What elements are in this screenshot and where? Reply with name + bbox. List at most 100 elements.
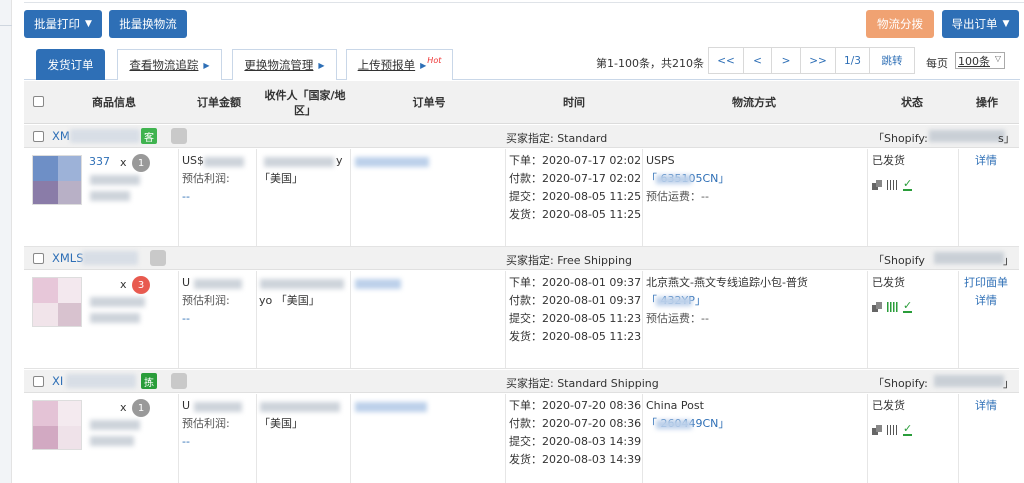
recipient-country: 「美国」 xyxy=(259,172,303,185)
next-page-button[interactable]: > xyxy=(771,47,801,74)
tab-change-logistics-mgmt[interactable]: 更换物流管理 ▶ xyxy=(232,49,337,80)
header-time: 时间 xyxy=(563,96,585,109)
check-icon[interactable]: ✓ xyxy=(903,423,913,436)
per-page-select[interactable]: 100条 ▽ xyxy=(955,52,1005,69)
tab-view-tracking-label: 查看物流追踪 xyxy=(129,58,199,72)
order-number-link[interactable]: XMLS xyxy=(52,251,84,265)
product-thumbnail[interactable] xyxy=(32,400,82,450)
product-thumbnail[interactable] xyxy=(32,277,82,327)
status-text: 已发货 xyxy=(872,399,905,412)
tab-ship-orders[interactable]: 发货订单 xyxy=(36,49,105,80)
barcode-icon[interactable] xyxy=(887,425,898,435)
note-icon[interactable] xyxy=(171,128,187,144)
barcode-icon[interactable] xyxy=(887,302,898,312)
sku-link[interactable]: 337 xyxy=(89,155,110,168)
sidebar-edge-divider xyxy=(0,12,12,26)
column-divider xyxy=(350,149,351,246)
logistics-allocate-button[interactable]: 物流分拨 xyxy=(866,10,934,38)
profit-value: -- xyxy=(182,312,190,325)
carrier-name: China Post xyxy=(646,399,704,412)
column-divider xyxy=(642,271,643,368)
detail-link[interactable]: 详情 xyxy=(975,397,997,415)
quantity-badge: 1 xyxy=(132,154,150,172)
export-orders-button[interactable]: 导出订单 ▼ xyxy=(942,10,1019,38)
prev-page-button[interactable]: < xyxy=(743,47,772,74)
pixel-block xyxy=(58,426,81,449)
quantity-x: x xyxy=(120,156,127,169)
table-row: x 3 U 预估利润: -- yo 「美国」 下单：2020-08-01 09:… xyxy=(24,271,1019,369)
last-page-button[interactable]: >> xyxy=(800,47,836,74)
column-divider xyxy=(178,149,179,246)
note-icon[interactable] xyxy=(150,250,166,266)
time-submitted: 提交：2020-08-05 11:23 xyxy=(509,312,642,325)
quantity-badge: 3 xyxy=(132,276,150,294)
redacted-text xyxy=(90,175,140,185)
copy-icon[interactable] xyxy=(872,425,882,435)
time-shipped: 发货：2020-08-05 11:25 xyxy=(509,208,642,221)
profit-label: 预估利润: xyxy=(182,172,230,185)
batch-change-logistics-button[interactable]: 批量换物流 xyxy=(109,10,187,38)
tab-upload-pre-report[interactable]: 上传预报单 ▶ Hot xyxy=(346,49,453,80)
redacted-text xyxy=(194,279,242,289)
column-divider xyxy=(505,271,506,368)
product-thumbnail[interactable] xyxy=(32,155,82,205)
time-paid: 付款：2020-08-01 09:37 xyxy=(509,294,642,307)
estimated-freight: 预估运费：-- xyxy=(646,312,709,325)
first-page-button[interactable]: << xyxy=(708,47,744,74)
time-submitted: 提交：2020-08-03 14:39 xyxy=(509,435,642,448)
quantity-x: x xyxy=(120,401,127,414)
status-text: 已发货 xyxy=(872,276,905,289)
recipient-country: 「美国」 xyxy=(259,417,303,430)
check-icon[interactable]: ✓ xyxy=(903,178,913,191)
copy-icon[interactable] xyxy=(872,180,882,190)
header-product: 商品信息 xyxy=(92,96,136,109)
order-group-header: XM 客 买家指定: Standard 「Shopify: s」 xyxy=(24,125,1019,148)
order-number-link[interactable]: XI xyxy=(52,374,63,388)
detail-link[interactable]: 详情 xyxy=(975,152,997,170)
check-icon[interactable]: ✓ xyxy=(903,300,913,313)
recipient-country: yo 「美国」 xyxy=(259,294,320,307)
jump-button[interactable]: 跳转 xyxy=(869,47,915,74)
shop-label: 「Shopify: xyxy=(873,377,928,390)
recipient-suffix: y xyxy=(336,154,343,167)
redacted-text xyxy=(90,313,140,323)
redacted-text xyxy=(934,252,1004,264)
order-number-link[interactable]: XM xyxy=(52,129,70,143)
batch-print-button[interactable]: 批量打印 ▼ xyxy=(24,10,102,38)
copy-icon[interactable] xyxy=(872,302,882,312)
time-paid: 付款：2020-07-20 08:36 xyxy=(509,417,642,430)
column-divider xyxy=(867,149,868,246)
amount-value: U xyxy=(182,399,191,412)
barcode-icon[interactable] xyxy=(887,180,898,190)
order-checkbox[interactable] xyxy=(33,253,44,264)
pixel-block xyxy=(58,303,81,326)
table-row: 337 x 1 US$ 预估利润: -- y 「美国」 下单：2020-07-1… xyxy=(24,149,1019,247)
status-text: 已发货 xyxy=(872,154,905,167)
per-page-label: 每页 xyxy=(926,57,948,70)
redacted-text xyxy=(90,420,140,430)
time-paid: 付款：2020-07-17 02:02 xyxy=(509,172,642,185)
column-divider xyxy=(256,149,257,246)
pick-tag: 拣 xyxy=(141,373,157,389)
select-all-checkbox[interactable] xyxy=(33,96,44,107)
shop-label: 「Shopify: xyxy=(873,132,928,145)
order-checkbox[interactable] xyxy=(33,376,44,387)
table-header: 商品信息 订单金额 收件人「国家/地区」 订单号 时间 物流方式 状态 操作 xyxy=(24,81,1019,124)
tab-view-tracking[interactable]: 查看物流追踪 ▶ xyxy=(117,49,222,80)
buyer-specified: 买家指定: Standard xyxy=(506,132,608,145)
header-recipient: 收件人「国家/地区」 xyxy=(264,88,346,117)
pixel-block xyxy=(33,303,58,326)
detail-link[interactable]: 详情 xyxy=(975,292,997,310)
redacted-tracking xyxy=(656,420,692,429)
export-orders-label: 导出订单 xyxy=(951,17,998,31)
order-checkbox[interactable] xyxy=(33,131,44,142)
pager-info: 第1-100条，共210条 xyxy=(596,57,704,70)
status-icons: ✓ xyxy=(872,300,913,313)
note-icon[interactable] xyxy=(171,373,187,389)
redacted-tracking xyxy=(656,297,692,306)
redacted-text xyxy=(90,191,130,201)
header-shipping: 物流方式 xyxy=(732,96,776,109)
print-label-link[interactable]: 打印面单 xyxy=(964,274,1008,292)
amount-value: US$ xyxy=(182,154,205,167)
hot-badge: Hot xyxy=(427,55,442,65)
